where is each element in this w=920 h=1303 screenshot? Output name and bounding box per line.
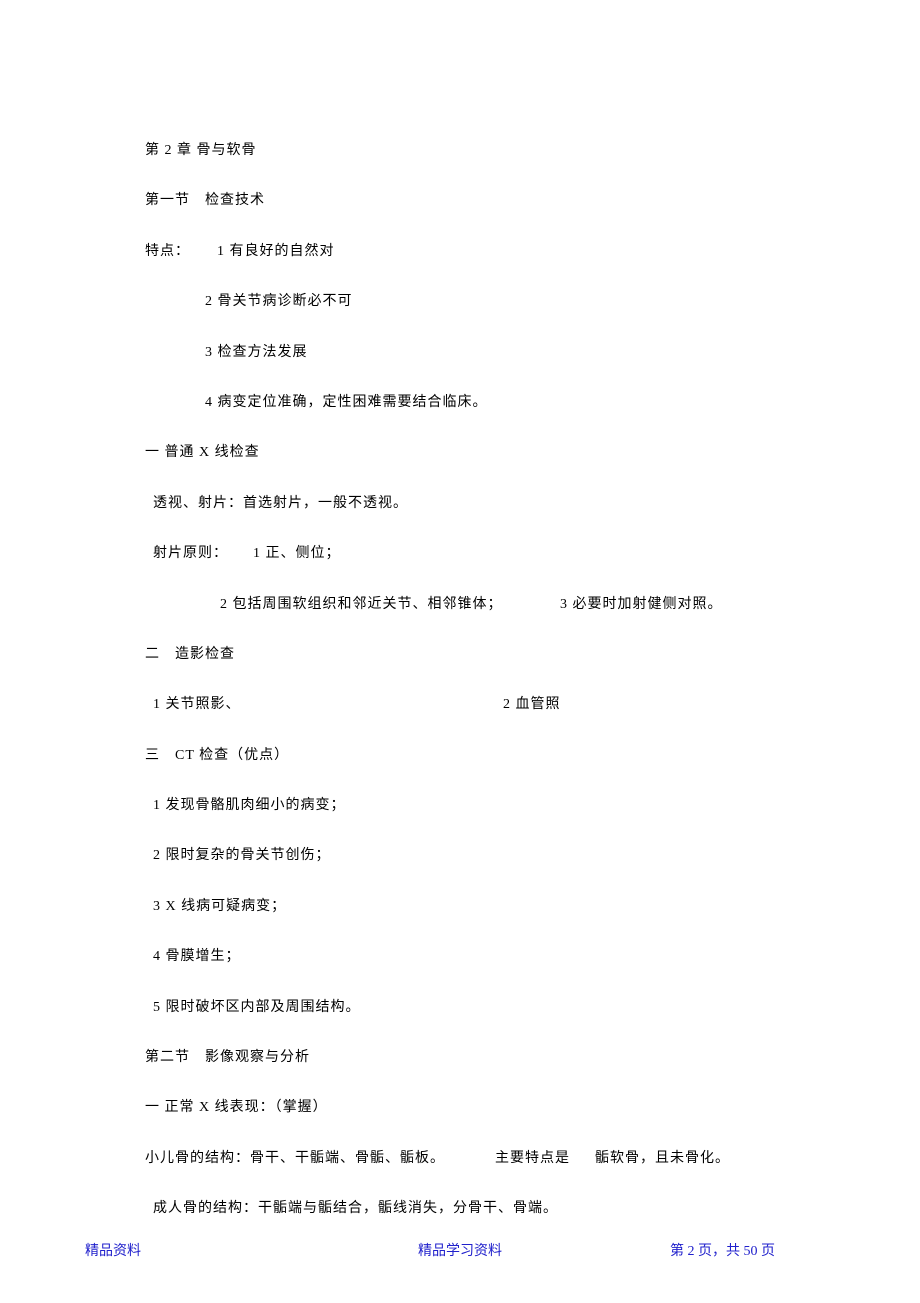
feature-3: 3 检查方法发展 — [145, 342, 775, 364]
sub3-item5: 5 限时破坏区内部及周围结构。 — [145, 997, 775, 1019]
footer-center: 精品学习资料 — [418, 1241, 502, 1263]
features-label: 特点： — [145, 241, 217, 263]
principle-2: 2 包括周围软组织和邻近关节、相邻锥体； — [220, 594, 560, 616]
sub3-item1: 1 发现骨骼肌肉细小的病变； — [145, 795, 775, 817]
footer-right-mid: 页，共 — [695, 1244, 744, 1259]
sub2-item1: 1 关节照影、 — [153, 694, 503, 716]
sub2-items: 1 关节照影、 2 血管照 — [145, 694, 775, 716]
footer-right-suffix: 页 — [758, 1244, 776, 1259]
section2-heading: 第二节 影像观察与分析 — [145, 1047, 775, 1069]
section2-line1-b: 主要特点是 — [495, 1148, 595, 1170]
section2-line1: 小儿骨的结构：骨干、干骺端、骨骺、骺板。 主要特点是 骺软骨，且未骨化。 — [145, 1148, 775, 1170]
footer-page-num: 2 — [688, 1244, 695, 1259]
principles-row-2: 2 包括周围软组织和邻近关节、相邻锥体； 3 必要时加射健侧对照。 — [145, 594, 775, 616]
footer-total-num: 50 — [744, 1244, 758, 1259]
section2-line1-a: 小儿骨的结构：骨干、干骺端、骨骺、骺板。 — [145, 1148, 495, 1170]
principles-label: 射片原则： — [153, 543, 253, 565]
principle-1: 1 正、侧位； — [253, 543, 341, 565]
sub3-item4: 4 骨膜增生； — [145, 946, 775, 968]
sub1-heading: 一 普通 X 线检查 — [145, 442, 775, 464]
sub3-item2: 2 限时复杂的骨关节创伤； — [145, 845, 775, 867]
page-footer: 精品资料 精品学习资料 第 2 页，共 50 页 — [0, 1241, 920, 1263]
footer-right: 第 2 页，共 50 页 — [670, 1241, 775, 1263]
sub2-item2: 2 血管照 — [503, 694, 561, 716]
footer-left: 精品资料 — [85, 1241, 141, 1263]
feature-1: 1 有良好的自然对 — [217, 241, 335, 263]
document-body: 第 2 章 骨与软骨 第一节 检查技术 特点： 1 有良好的自然对 2 骨关节病… — [145, 140, 775, 1221]
sub3-heading: 三 CT 检查（优点） — [145, 745, 775, 767]
footer-right-prefix: 第 — [670, 1244, 688, 1259]
section2-sub1-heading: 一 正常 X 线表现：（掌握） — [145, 1097, 775, 1119]
chapter-heading: 第 2 章 骨与软骨 — [145, 140, 775, 162]
feature-4: 4 病变定位准确，定性困难需要结合临床。 — [145, 392, 775, 414]
section2-line2: 成人骨的结构：干骺端与骺结合，骺线消失，分骨干、骨端。 — [145, 1198, 775, 1220]
principles-row: 射片原则： 1 正、侧位； — [145, 543, 775, 565]
section1-heading: 第一节 检查技术 — [145, 190, 775, 212]
features-row: 特点： 1 有良好的自然对 — [145, 241, 775, 263]
sub2-heading: 二 造影检查 — [145, 644, 775, 666]
sub1-line1: 透视、射片：首选射片，一般不透视。 — [145, 493, 775, 515]
principle-3: 3 必要时加射健侧对照。 — [560, 594, 723, 616]
sub3-item3: 3 X 线病可疑病变； — [145, 896, 775, 918]
feature-2: 2 骨关节病诊断必不可 — [145, 291, 775, 313]
section2-line1-c: 骺软骨，且未骨化。 — [595, 1148, 730, 1170]
